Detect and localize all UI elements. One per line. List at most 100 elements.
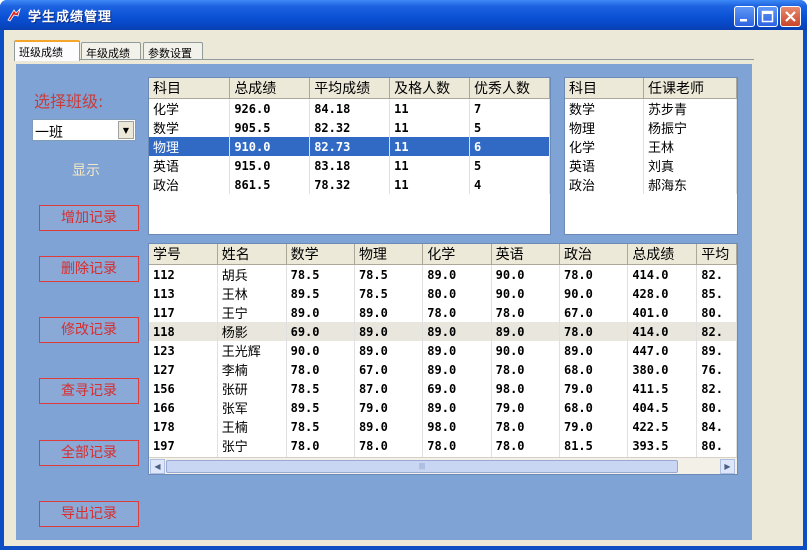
teacher-table[interactable]: 科目 任课老师 数学 苏步青 物理 杨振宁 化学 王林 英语 刘真 政治 郝海东 bbox=[564, 77, 738, 235]
student-scores-table[interactable]: 学号 姓名 数学 物理 化学 英语 政治 总成绩 平均 112 胡兵 78.5 78.5 89.0 90.… bbox=[148, 243, 738, 475]
table-cell: 5 bbox=[469, 156, 550, 175]
table-cell: 78.0 bbox=[422, 303, 492, 322]
table-row[interactable]: 物理 910.0 82.73 11 6 bbox=[149, 137, 550, 156]
table-row[interactable]: 政治 861.5 78.32 11 4 bbox=[149, 175, 550, 194]
table-cell: 156 bbox=[149, 379, 218, 398]
table-row[interactable]: 物理 杨振宁 bbox=[565, 118, 737, 137]
maximize-icon bbox=[761, 10, 774, 23]
table-row[interactable]: 178 王楠 78.5 89.0 98.0 78.0 79.0 422.5 84. bbox=[149, 417, 737, 436]
maximize-button[interactable] bbox=[757, 6, 778, 27]
table-row[interactable]: 化学 926.0 84.18 11 7 bbox=[149, 98, 550, 118]
table-cell: 78.0 bbox=[491, 417, 560, 436]
table-cell: 胡兵 bbox=[217, 264, 287, 284]
table-row[interactable]: 政治 郝海东 bbox=[565, 175, 737, 194]
table-cell: 化学 bbox=[149, 98, 231, 118]
table-row[interactable]: 数学 905.5 82.32 11 5 bbox=[149, 118, 550, 137]
table-cell: 380.0 bbox=[627, 360, 698, 379]
close-button[interactable] bbox=[780, 6, 801, 27]
minimize-button[interactable] bbox=[734, 6, 755, 27]
column-header[interactable]: 物理 bbox=[354, 244, 424, 265]
table-cell: 69.0 bbox=[286, 322, 355, 341]
column-header[interactable]: 学号 bbox=[149, 244, 218, 265]
table-cell: 物理 bbox=[149, 137, 231, 156]
delete-record-button[interactable]: 删除记录 bbox=[39, 256, 139, 282]
table-row[interactable]: 127 李楠 78.0 67.0 89.0 78.0 68.0 380.0 76. bbox=[149, 360, 737, 379]
column-header[interactable]: 数学 bbox=[286, 244, 355, 265]
scroll-right-icon[interactable]: ▶ bbox=[720, 459, 735, 474]
table-cell: 78.0 bbox=[422, 436, 492, 455]
table-cell: 5 bbox=[469, 118, 550, 137]
table-cell: 79.0 bbox=[491, 398, 560, 417]
edit-record-button[interactable]: 修改记录 bbox=[39, 317, 139, 343]
column-header[interactable]: 姓名 bbox=[217, 244, 287, 265]
table-row[interactable]: 113 王林 89.5 78.5 80.0 90.0 90.0 428.0 85. bbox=[149, 284, 737, 303]
table-cell: 78.5 bbox=[286, 264, 355, 284]
tab-settings[interactable]: 参数设置 bbox=[143, 42, 203, 60]
column-header[interactable]: 任课老师 bbox=[643, 78, 737, 99]
table-cell: 69.0 bbox=[422, 379, 492, 398]
show-label: 显示 bbox=[72, 163, 100, 179]
column-header[interactable]: 总成绩 bbox=[627, 244, 698, 265]
table-row[interactable]: 英语 915.0 83.18 11 5 bbox=[149, 156, 550, 175]
table-cell: 905.5 bbox=[229, 118, 311, 137]
table-row[interactable]: 112 胡兵 78.5 78.5 89.0 90.0 78.0 414.0 82. bbox=[149, 264, 737, 284]
table-row[interactable]: 化学 王林 bbox=[565, 137, 737, 156]
table-row[interactable]: 123 王光辉 90.0 89.0 89.0 90.0 89.0 447.0 89. bbox=[149, 341, 737, 360]
table-row[interactable]: 156 张研 78.5 87.0 69.0 98.0 79.0 411.5 82. bbox=[149, 379, 737, 398]
column-header[interactable]: 英语 bbox=[491, 244, 560, 265]
chevron-down-icon[interactable]: ▼ bbox=[118, 121, 134, 139]
title-bar[interactable]: 学生成绩管理 bbox=[0, 0, 807, 30]
table-row[interactable]: 166 张军 89.5 79.0 89.0 79.0 68.0 404.5 80. bbox=[149, 398, 737, 417]
table-row[interactable]: 英语 刘真 bbox=[565, 156, 737, 175]
subject-summary-table[interactable]: 科目 总成绩 平均成绩 及格人数 优秀人数 化学 926.0 84.18 11 7 数学 9… bbox=[148, 77, 551, 235]
table-cell: 68.0 bbox=[559, 360, 629, 379]
all-records-button[interactable]: 全部记录 bbox=[39, 440, 139, 466]
table-cell: 78.0 bbox=[286, 436, 355, 455]
table-cell: 422.5 bbox=[627, 417, 698, 436]
app-window: 学生成绩管理 班级成绩 年级成绩 参数设置 选择班级: 一班 ▼ 显示 增加记录… bbox=[0, 0, 807, 550]
scroll-left-icon[interactable]: ◀ bbox=[150, 459, 165, 474]
table-cell: 78.5 bbox=[354, 264, 424, 284]
tab-class-scores[interactable]: 班级成绩 bbox=[14, 40, 80, 61]
window-title: 学生成绩管理 bbox=[28, 10, 113, 25]
table-cell: 178 bbox=[149, 417, 218, 436]
class-scores-panel: 选择班级: 一班 ▼ 显示 增加记录 删除记录 修改记录 查寻记录 全部记录 导… bbox=[16, 64, 752, 540]
table-row[interactable]: 197 张宁 78.0 78.0 78.0 78.0 81.5 393.5 80. bbox=[149, 436, 737, 455]
table-cell: 127 bbox=[149, 360, 218, 379]
scrollbar-thumb[interactable]: ||| bbox=[166, 460, 678, 473]
export-records-button[interactable]: 导出记录 bbox=[39, 501, 139, 527]
horizontal-scrollbar[interactable]: ◀ ||| ▶ bbox=[149, 457, 737, 474]
table-cell: 82.32 bbox=[309, 118, 391, 137]
table-row[interactable]: 117 王宁 89.0 89.0 78.0 78.0 67.0 401.0 80. bbox=[149, 303, 737, 322]
add-record-button[interactable]: 增加记录 bbox=[39, 205, 139, 231]
table-cell: 4 bbox=[469, 175, 550, 194]
table-cell: 89.0 bbox=[354, 322, 424, 341]
table-cell: 89.0 bbox=[422, 322, 492, 341]
column-header[interactable]: 平均 bbox=[696, 244, 737, 265]
search-record-button[interactable]: 查寻记录 bbox=[39, 378, 139, 404]
table-cell: 苏步青 bbox=[643, 98, 737, 118]
client-area: 班级成绩 年级成绩 参数设置 选择班级: 一班 ▼ 显示 增加记录 删除记录 修… bbox=[4, 30, 803, 546]
column-header[interactable]: 政治 bbox=[559, 244, 629, 265]
table-cell: 404.5 bbox=[627, 398, 698, 417]
column-header[interactable]: 及格人数 bbox=[389, 78, 471, 99]
column-header[interactable]: 平均成绩 bbox=[309, 78, 391, 99]
table-cell: 王光辉 bbox=[217, 341, 287, 360]
table-row[interactable]: 数学 苏步青 bbox=[565, 98, 737, 118]
table-cell: 81.5 bbox=[559, 436, 629, 455]
table-cell: 89.0 bbox=[422, 341, 492, 360]
table-row[interactable]: 118 杨影 69.0 89.0 89.0 89.0 78.0 414.0 82. bbox=[149, 322, 737, 341]
table-cell: 79.0 bbox=[354, 398, 424, 417]
class-combo[interactable]: 一班 ▼ bbox=[32, 119, 136, 141]
table-cell: 郝海东 bbox=[643, 175, 737, 194]
table-cell: 90.0 bbox=[491, 264, 560, 284]
column-header[interactable]: 总成绩 bbox=[229, 78, 311, 99]
column-header[interactable]: 化学 bbox=[422, 244, 492, 265]
table-cell: 84.18 bbox=[309, 98, 391, 118]
tab-grade-scores[interactable]: 年级成绩 bbox=[81, 42, 141, 60]
column-header[interactable]: 科目 bbox=[149, 78, 231, 99]
column-header[interactable]: 科目 bbox=[565, 78, 645, 99]
table-cell: 张宁 bbox=[217, 436, 287, 455]
table-cell: 78.5 bbox=[354, 284, 424, 303]
column-header[interactable]: 优秀人数 bbox=[469, 78, 550, 99]
